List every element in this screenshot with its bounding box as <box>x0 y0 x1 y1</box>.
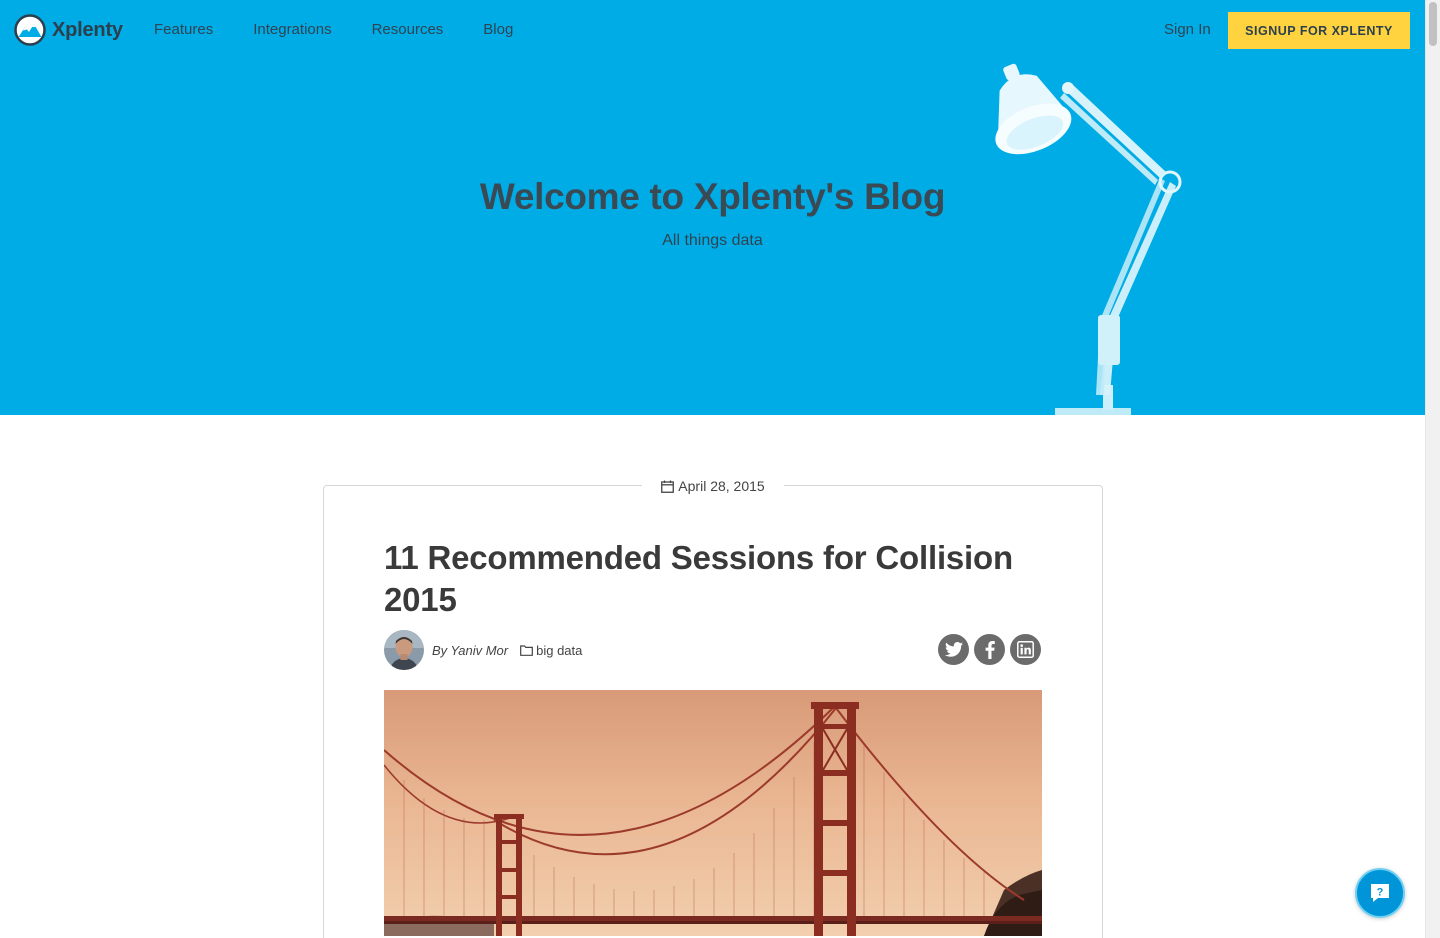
post-meta: By Yaniv Mor big data <box>384 630 582 670</box>
signup-button[interactable]: SIGNUP FOR XPLENTY <box>1228 12 1410 49</box>
folder-icon <box>520 644 534 656</box>
nav-features[interactable]: Features <box>154 21 213 38</box>
twitter-icon <box>944 642 963 657</box>
help-chat-button[interactable]: ? <box>1355 868 1405 918</box>
help-glyph: ? <box>1377 887 1384 899</box>
top-navigation: Xplenty Features Integrations Resources … <box>0 0 1425 60</box>
page-scrollbar[interactable] <box>1425 0 1440 938</box>
mountain-logo-icon <box>14 14 46 46</box>
blog-hero: Xplenty Features Integrations Resources … <box>0 0 1425 415</box>
share-buttons <box>938 634 1046 665</box>
post-category[interactable]: big data <box>520 643 582 658</box>
hero-title: Welcome to Xplenty's Blog <box>479 176 946 217</box>
question-bubble-icon: ? <box>1371 884 1389 902</box>
page: Xplenty Features Integrations Resources … <box>0 0 1425 938</box>
nav-integrations[interactable]: Integrations <box>253 21 331 38</box>
golden-gate-bridge-image <box>384 690 1042 936</box>
calendar-icon <box>661 480 675 493</box>
sign-in-link[interactable]: Sign In <box>1164 21 1211 38</box>
linkedin-icon <box>1017 641 1034 658</box>
author-photo-icon <box>384 630 424 670</box>
author-avatar[interactable] <box>384 630 424 670</box>
brand-name: Xplenty <box>52 18 123 41</box>
post-date: April 28, 2015 <box>642 476 784 496</box>
nav-resources[interactable]: Resources <box>372 21 444 38</box>
post-title[interactable]: 11 Recommended Sessions for Collision 20… <box>384 537 1064 621</box>
post-date-text: April 28, 2015 <box>678 478 765 494</box>
share-twitter-button[interactable] <box>938 634 969 665</box>
nav-blog[interactable]: Blog <box>483 21 513 38</box>
share-linkedin-button[interactable] <box>1010 634 1041 665</box>
post-featured-image[interactable] <box>384 690 1042 936</box>
scrollbar-thumb[interactable] <box>1429 2 1437 46</box>
share-facebook-button[interactable] <box>974 634 1005 665</box>
hero-subtitle: All things data <box>662 232 763 249</box>
author-name[interactable]: By Yaniv Mor <box>432 643 508 658</box>
facebook-icon <box>985 640 995 659</box>
desk-lamp-illustration <box>995 63 1182 415</box>
category-label: big data <box>536 642 583 658</box>
brand-logo[interactable]: Xplenty <box>14 14 123 46</box>
main-nav-links: Features Integrations Resources Blog <box>154 21 553 38</box>
